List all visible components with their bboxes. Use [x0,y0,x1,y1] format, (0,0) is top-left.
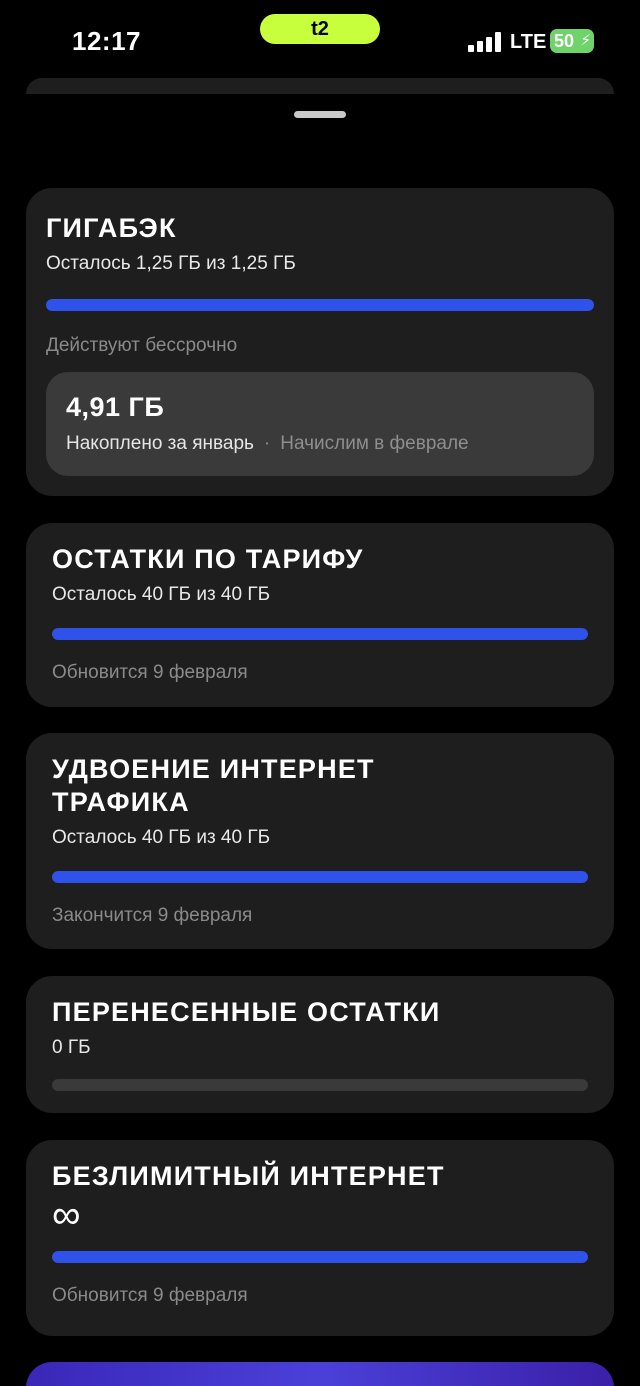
accumulated-info: Накоплено за январь · Начислим в феврале [66,433,574,455]
double-traffic-card[interactable]: УДВОЕНИЕ ИНТЕРНЕТ ТРАФИКА Осталось 40 ГБ… [26,733,614,949]
next-card-edge [26,1362,614,1386]
card-remaining: Осталось 40 ГБ из 40 ГБ [52,827,271,848]
card-note: Обновится 9 февраля [52,662,248,683]
status-bar: 12:17 t2 LTE 50 ⚡ [0,0,640,80]
card-remaining: Осталось 40 ГБ из 40 ГБ [52,584,271,605]
card-title: ГИГАБЭК [46,213,177,243]
charging-icon: ⚡ [580,32,591,49]
progress-bar-fill [52,1251,588,1263]
network-type: LTE [510,31,547,53]
progress-bar [52,1251,588,1263]
status-time: 12:17 [72,26,141,56]
card-title: ОСТАТКИ ПО ТАРИФУ [52,544,364,574]
card-note: Закончится 9 февраля [52,905,253,926]
sheet-drag-handle[interactable] [294,111,346,118]
carrier-logo: t2 [260,14,380,44]
separator-dot: · [263,433,271,454]
card-title: УДВОЕНИЕ ИНТЕРНЕТ ТРАФИКА [52,754,375,817]
card-note: Обновится 9 февраля [52,1285,248,1306]
previous-card-edge [26,78,614,94]
card-note: Действуют бессрочно [46,335,238,356]
unlimited-internet-card[interactable]: БЕЗЛИМИТНЫЙ ИНТЕРНЕТ ∞ Обновится 9 февра… [26,1140,614,1336]
carried-over-card[interactable]: ПЕРЕНЕСЕННЫЕ ОСТАТКИ 0 ГБ [26,976,614,1113]
progress-bar-fill [46,299,594,311]
progress-bar [46,299,594,311]
card-title: ПЕРЕНЕСЕННЫЕ ОСТАТКИ [52,997,441,1027]
signal-strength-icon [468,32,502,52]
progress-bar-fill [52,871,588,883]
accumulated-box: 4,91 ГБ Накоплено за январь · Начислим в ф… [46,372,594,476]
card-title: БЕЗЛИМИТНЫЙ ИНТЕРНЕТ [52,1161,445,1191]
accumulated-value: 4,91 ГБ [66,392,165,422]
progress-bar [52,871,588,883]
progress-bar [52,1079,588,1091]
tariff-remainders-card[interactable]: ОСТАТКИ ПО ТАРИФУ Осталось 40 ГБ из 40 Г… [26,523,614,707]
accumulated-label: Накоплено за январь [66,433,254,454]
progress-bar [52,628,588,640]
battery-icon: 50 ⚡ [550,29,594,53]
gigaback-card[interactable]: ГИГАБЭК Осталось 1,25 ГБ из 1,25 ГБ Дейс… [26,188,614,496]
card-remaining: Осталось 1,25 ГБ из 1,25 ГБ [46,253,296,274]
battery-level: 50 [554,31,575,51]
infinity-icon: ∞ [52,1193,81,1237]
card-remaining: 0 ГБ [52,1037,91,1058]
accrual-status: Начислим в феврале [280,433,469,454]
progress-bar-fill [52,628,588,640]
